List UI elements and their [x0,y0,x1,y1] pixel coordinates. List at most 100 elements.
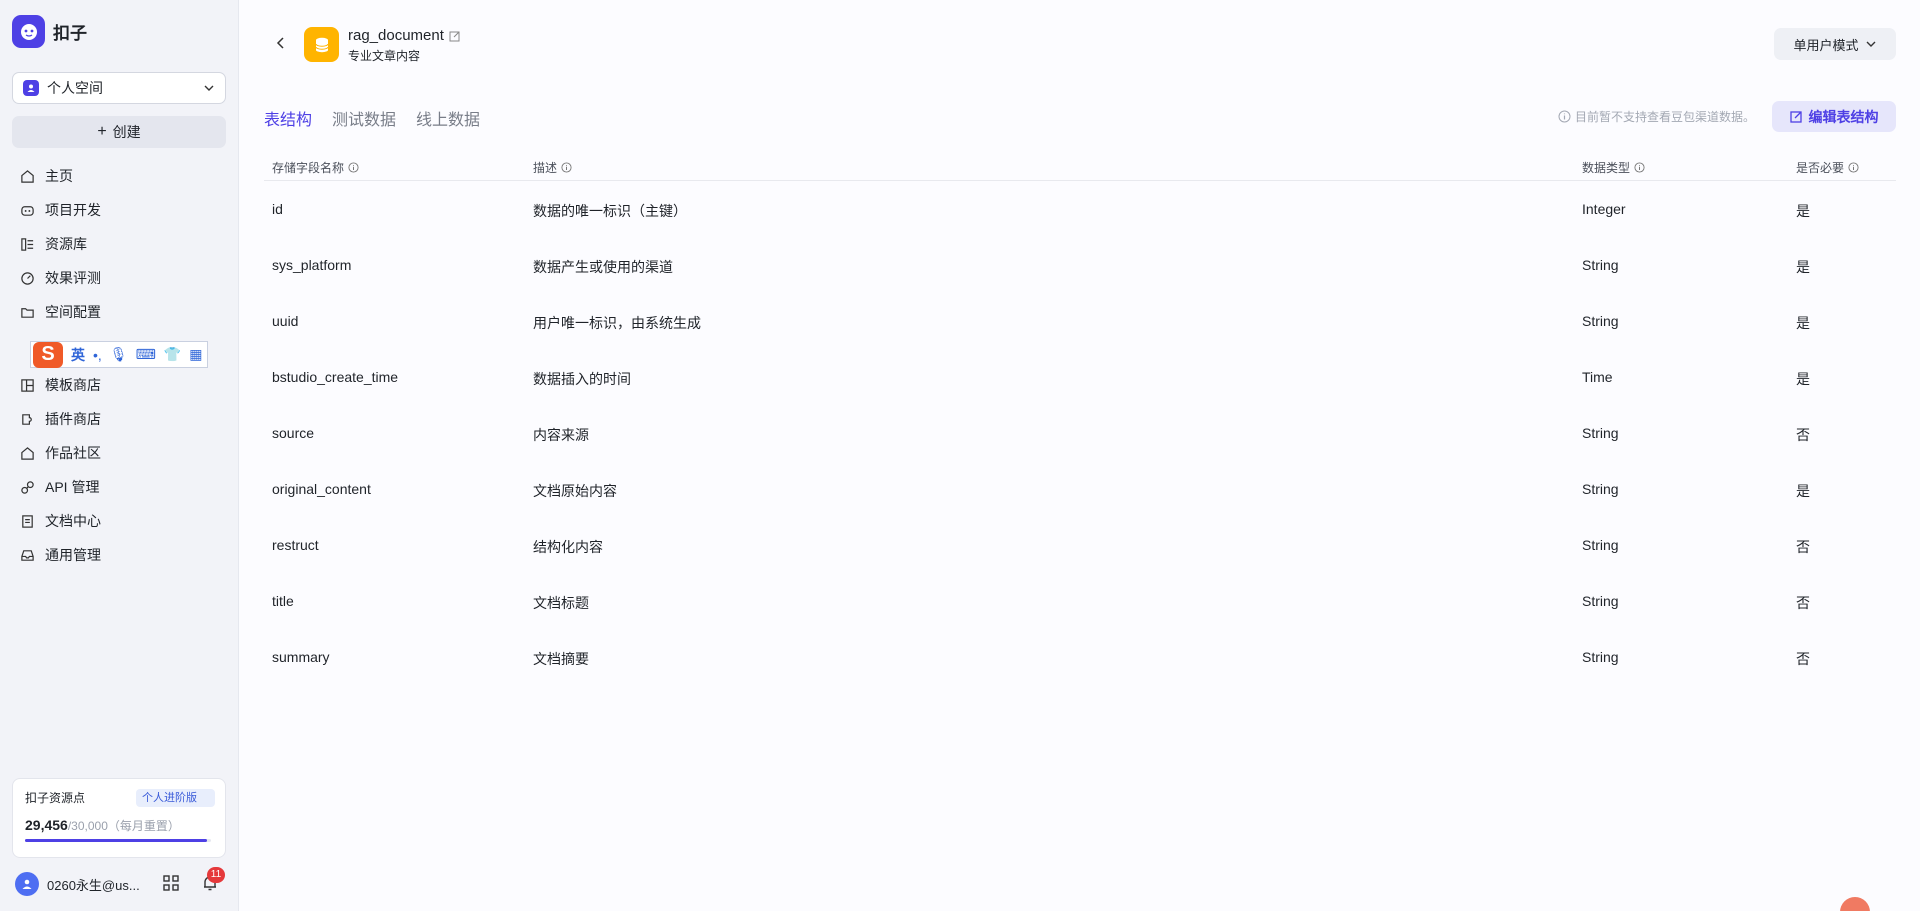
column-label: 数据类型 [1582,161,1631,175]
brand-name: 扣子 [53,24,87,43]
apps-icon[interactable]: ▦ [189,346,202,363]
sidebar-item-api[interactable]: API 管理 [12,470,226,504]
edit-schema-button[interactable]: 编辑表结构 [1772,101,1896,132]
sidebar-item-label: 作品社区 [45,445,101,461]
field-type: String [1582,593,1619,609]
edit-icon [1789,111,1802,123]
points-total: /30,000 [67,819,108,833]
coze-logo-icon [12,15,45,48]
keyboard-icon[interactable]: ⌨ [136,346,156,363]
notice: 目前暂不支持查看豆包渠道数据。 [1558,108,1755,125]
page-title: rag_document [348,27,461,44]
resource-points-card[interactable]: 扣子资源点 个人进阶版 29,456/30,000（每月重置） [12,778,226,858]
field-description: 数据的唯一标识（主键） [533,203,687,219]
sidebar-item-home[interactable]: 主页 [12,159,226,193]
field-required: 否 [1796,651,1810,667]
field-name: sys_platform [272,257,352,273]
field-name: source [272,425,315,441]
ime-punct[interactable]: •, [93,347,102,363]
inbox-icon [21,549,34,561]
field-required: 是 [1796,315,1810,331]
avatar[interactable] [15,872,39,896]
plugin-icon [22,413,32,425]
table-header: 存储字段名称 描述 数据类型 是否必要 [264,154,1896,181]
tab-online-data[interactable]: 线上数据 [416,106,480,136]
sidebar-item-general[interactable]: 通用管理 [12,538,226,572]
column-label: 是否必要 [1796,161,1845,175]
notification-badge: 11 [207,867,225,883]
field-description: 文档标题 [533,595,589,611]
info-icon [1558,110,1571,123]
user-row: 0260永生@us... 11 [15,867,225,896]
field-required: 是 [1796,371,1810,387]
nav-bottom: 模板商店 插件商店 作品社区 API 管理 文档中心 通用管理 [12,368,226,572]
microphone-icon[interactable]: 🎙 [110,346,128,363]
apps-grid-icon[interactable] [162,874,180,892]
ime-mode[interactable]: 英 [71,345,85,365]
back-arrow-icon[interactable] [274,36,288,50]
tab-bar: 表结构 测试数据 线上数据 [264,106,480,136]
user-name[interactable]: 0260永生@us... [47,875,147,894]
sidebar-item-label: 文档中心 [45,513,101,529]
folder-settings-icon [21,307,34,318]
points-progress [25,839,211,842]
field-type: String [1582,313,1619,329]
sidebar-item-evaluation[interactable]: 效果评测 [12,261,226,295]
points-reset-note: （每月重置） [107,819,180,833]
person-icon [23,80,39,96]
column-header-required: 是否必要 [1796,159,1859,176]
field-type: String [1582,257,1619,273]
info-icon[interactable] [561,162,572,173]
field-description: 用户唯一标识，由系统生成 [533,315,701,331]
user-mode-label: 单用户模式 [1793,37,1859,53]
chevron-down-icon [1866,41,1875,47]
page-subtitle: 专业文章内容 [348,49,421,63]
edit-schema-label: 编辑表结构 [1808,108,1879,125]
table-row: summary 文档摘要 String 否 [264,629,1896,685]
field-name: uuid [272,313,299,329]
points-value: 29,456/30,000（每月重置） [25,817,180,834]
space-select[interactable]: 个人空间 [12,72,226,104]
field-name: original_content [272,481,371,497]
sidebar-item-docs[interactable]: 文档中心 [12,504,226,538]
table-row: bstudio_create_time 数据插入的时间 Time 是 [264,349,1896,405]
field-name: title [272,593,294,609]
sidebar-item-projects[interactable]: 项目开发 [12,193,226,227]
nav-top: 主页 项目开发 资源库 效果评测 空间配置 [12,159,226,329]
floating-assistant-icon[interactable] [1840,897,1870,911]
info-icon[interactable] [348,162,359,173]
table-row: source 内容来源 String 否 [264,405,1896,461]
field-type: String [1582,425,1619,441]
field-description: 内容来源 [533,427,589,443]
info-icon[interactable] [1848,162,1859,173]
points-used: 29,456 [25,817,68,833]
table-row: original_content 文档原始内容 String 是 [264,461,1896,517]
sidebar-item-library[interactable]: 资源库 [12,227,226,261]
create-button[interactable]: + 创建 [12,116,226,148]
table-row: restruct 结构化内容 String 否 [264,517,1896,573]
table-row: title 文档标题 String 否 [264,573,1896,629]
database-icon [304,27,339,62]
ime-toolbar[interactable]: S 英 •, 🎙 ⌨ 👕 ▦ [30,341,208,368]
sidebar-item-label: 通用管理 [45,547,101,563]
chevron-down-icon [204,85,214,91]
sidebar-item-label: 主页 [45,168,73,184]
table-name: rag_document [348,27,444,44]
column-header-field-name: 存储字段名称 [272,159,359,176]
sidebar-item-template-store[interactable]: 模板商店 [12,368,226,402]
user-mode-select[interactable]: 单用户模式 [1774,28,1896,60]
template-icon [21,378,34,392]
table-row: uuid 用户唯一标识，由系统生成 String 是 [264,293,1896,349]
plan-badge[interactable]: 个人进阶版 [136,789,215,807]
edit-icon[interactable] [449,30,461,42]
tab-test-data[interactable]: 测试数据 [332,106,396,136]
tab-schema[interactable]: 表结构 [264,106,312,136]
field-name: bstudio_create_time [272,369,399,385]
sidebar-item-community[interactable]: 作品社区 [12,436,226,470]
info-icon[interactable] [1634,162,1645,173]
skin-icon[interactable]: 👕 [164,346,181,363]
sidebar-item-space-config[interactable]: 空间配置 [12,295,226,329]
field-required: 否 [1796,595,1810,611]
sidebar-item-plugin-store[interactable]: 插件商店 [12,402,226,436]
brand[interactable]: 扣子 [12,15,87,48]
